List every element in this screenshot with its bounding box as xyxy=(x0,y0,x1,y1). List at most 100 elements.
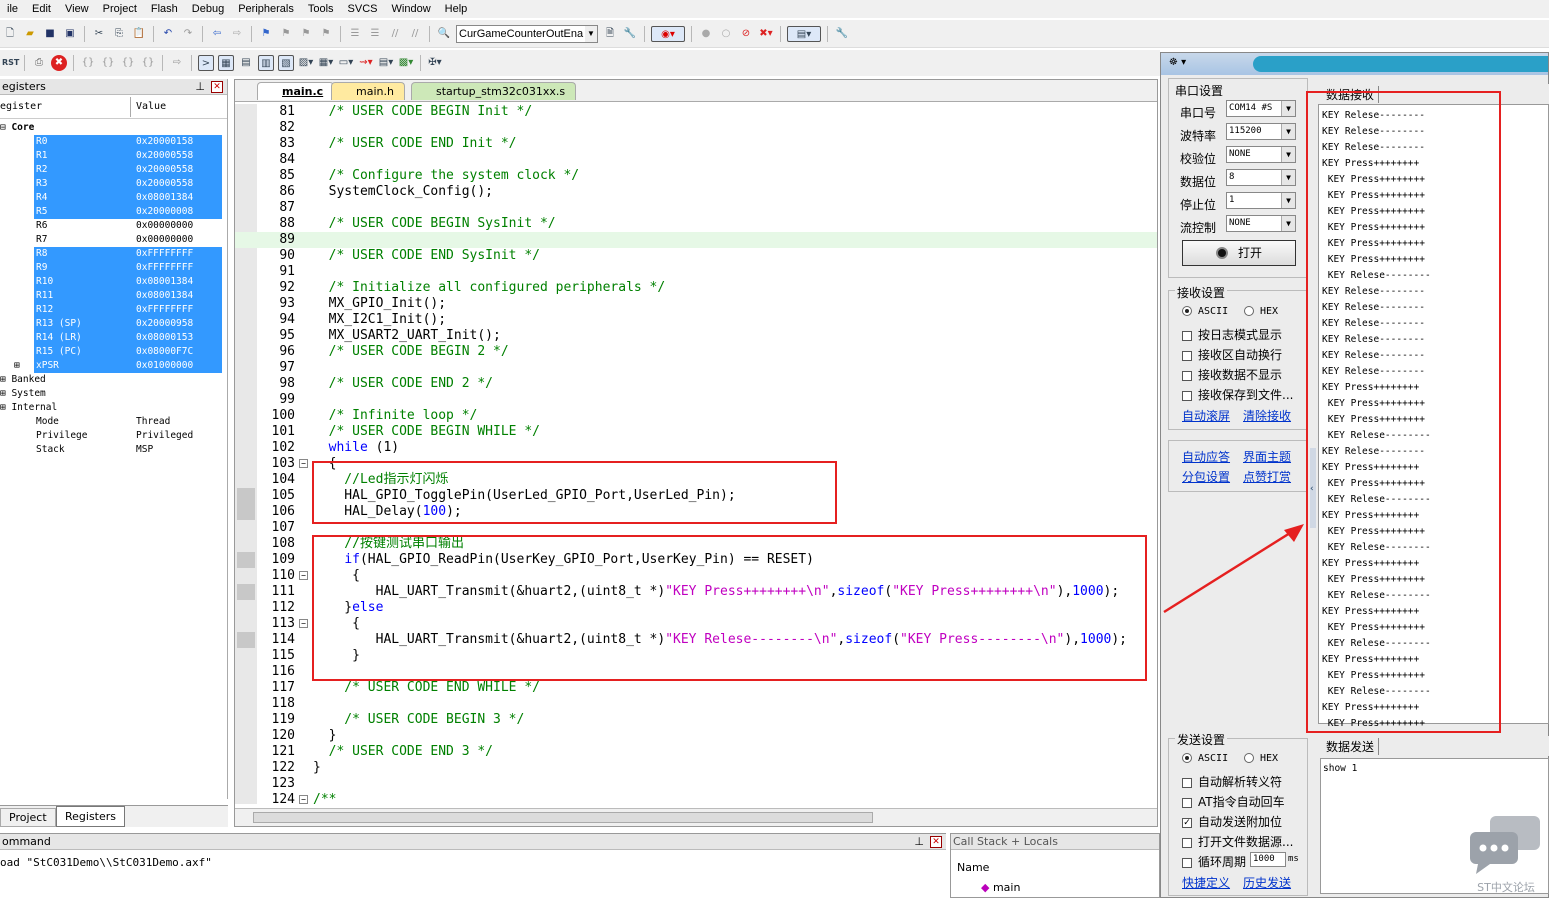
debug-session-icon[interactable]: ◉▾ xyxy=(651,25,685,42)
code-area[interactable]: 81 /* USER CODE BEGIN Init */82 83 /* USE… xyxy=(235,104,1157,808)
breakpoint-icon[interactable]: ● xyxy=(698,26,714,42)
tree-group[interactable]: ⊞ Banked xyxy=(0,373,46,387)
tree-expand-icon[interactable]: ⊞ xyxy=(0,388,11,399)
clear-rx-link[interactable]: 清除接收 xyxy=(1243,407,1291,424)
tx-opt-loop[interactable]: 循环周期 xyxy=(1182,853,1246,870)
bookmark-icon[interactable]: ⚑ xyxy=(258,26,274,42)
register-row[interactable]: R2 0x20000558 xyxy=(34,163,222,177)
register-row[interactable]: R15 (PC) 0x08000F7C xyxy=(34,345,222,359)
breakpoint-disable-icon[interactable]: ○ xyxy=(718,26,734,42)
parity-select[interactable]: NONE ▼ xyxy=(1226,146,1296,163)
uncomment-icon[interactable]: // xyxy=(407,26,423,42)
register-row[interactable]: R0 0x20000158 xyxy=(34,135,222,149)
tree-group[interactable]: ⊞ System xyxy=(0,387,46,401)
tab-main-h[interactable]: main.h xyxy=(331,82,405,100)
bookmark-next-icon[interactable]: ⚑ xyxy=(298,26,314,42)
unindent-icon[interactable]: ☰ xyxy=(367,26,383,42)
theme-link[interactable]: 界面主题 xyxy=(1243,448,1291,465)
rx-opt-hide[interactable]: 接收数据不显示 xyxy=(1182,366,1282,383)
step-out-icon[interactable]: {} xyxy=(120,55,136,71)
close-icon[interactable]: ✕ xyxy=(930,836,942,848)
rx-hex-radio[interactable]: HEX xyxy=(1244,306,1278,317)
menu-item-1[interactable]: Edit xyxy=(25,0,58,18)
register-row[interactable]: R4 0x08001384 xyxy=(34,191,222,205)
save-icon[interactable]: ■ xyxy=(42,26,58,42)
stop-icon[interactable]: ✖ xyxy=(51,55,67,71)
run-to-cursor-icon[interactable]: {} xyxy=(140,55,156,71)
tx-opt-file[interactable]: 打开文件数据源... xyxy=(1182,833,1293,850)
reset-icon[interactable]: RST xyxy=(2,55,19,71)
menu-item-8[interactable]: SVCS xyxy=(341,0,385,18)
donate-link[interactable]: 点赞打赏 xyxy=(1243,468,1291,485)
system-viewer-icon[interactable]: ▩▾ xyxy=(398,55,414,71)
tx-opt-append[interactable]: ✓ 自动发送附加位 xyxy=(1182,813,1282,830)
pin-icon[interactable]: ⊥ xyxy=(195,79,205,95)
menu-item-6[interactable]: Peripherals xyxy=(231,0,301,18)
save-all-icon[interactable]: ▣ xyxy=(62,26,78,42)
callstack-item[interactable]: ◆ main xyxy=(981,881,1020,894)
shortcut-link[interactable]: 快捷定义 xyxy=(1182,874,1230,891)
toolbox-icon[interactable]: ✠▾ xyxy=(427,55,443,71)
menu-item-3[interactable]: Project xyxy=(96,0,144,18)
tree-expand-icon[interactable]: ⊞ xyxy=(0,402,11,413)
databits-select[interactable]: 8 ▼ xyxy=(1226,169,1296,186)
tree-group[interactable]: ⊞ Internal xyxy=(0,401,57,415)
serial-window-icon[interactable]: ▭▾ xyxy=(338,55,354,71)
port-select[interactable]: COM14 #S ▼ xyxy=(1226,100,1296,117)
register-row[interactable]: R9 0xFFFFFFFF xyxy=(34,261,222,275)
new-file-icon[interactable]: 🗋 xyxy=(2,26,18,42)
menu-icon[interactable]: ☸ ▾ xyxy=(1169,57,1186,68)
tx-ascii-radio[interactable]: ASCII xyxy=(1182,753,1228,764)
tx-opt-at[interactable]: AT指令自动回车 xyxy=(1182,793,1285,810)
menu-item-4[interactable]: Flash xyxy=(144,0,185,18)
tx-hex-radio[interactable]: HEX xyxy=(1244,753,1278,764)
cut-icon[interactable]: ✂ xyxy=(91,26,107,42)
undo-icon[interactable]: ↶ xyxy=(160,26,176,42)
register-row[interactable]: R1 0x20000558 xyxy=(34,149,222,163)
find-in-files-icon[interactable]: 🔍 xyxy=(436,26,452,42)
pin-icon[interactable]: ⊥ xyxy=(914,834,924,850)
open-folder-icon[interactable]: ▰ xyxy=(22,26,38,42)
call-stack-window-icon[interactable]: ▧ xyxy=(278,55,294,71)
bookmark-clear-icon[interactable]: ⚑ xyxy=(318,26,334,42)
fold-icon[interactable]: − xyxy=(299,795,308,804)
close-icon[interactable]: ✕ xyxy=(211,81,223,93)
target-combo[interactable]: CurGameCounterOutEna ▼ xyxy=(456,24,598,43)
open-port-button[interactable]: 打开 xyxy=(1182,240,1296,266)
redo-icon[interactable]: ↷ xyxy=(180,26,196,42)
tab-project[interactable]: Project xyxy=(0,808,56,827)
tree-expand-icon[interactable]: ⊞ xyxy=(0,374,11,385)
rx-ascii-radio[interactable]: ASCII xyxy=(1182,306,1228,317)
register-row[interactable]: R13 (SP) 0x20000958 xyxy=(34,317,222,331)
packet-link[interactable]: 分包设置 xyxy=(1182,468,1230,485)
symbols-window-icon[interactable]: ▤ xyxy=(238,55,254,71)
register-row[interactable]: R7 0x00000000 xyxy=(34,233,222,247)
menu-item-7[interactable]: Tools xyxy=(301,0,341,18)
tab-main-c[interactable]: main.c xyxy=(257,82,335,100)
register-row[interactable]: R6 0x00000000 xyxy=(34,219,222,233)
bookmark-prev-icon[interactable]: ⚑ xyxy=(278,26,294,42)
menu-item-9[interactable]: Window xyxy=(385,0,438,18)
tree-expand-icon[interactable]: ⊞ xyxy=(14,359,20,373)
register-row[interactable]: R11 0x08001384 xyxy=(34,289,222,303)
analysis-window-icon[interactable]: ⇝▾ xyxy=(358,55,374,71)
rx-opt-wrap[interactable]: 接收区自动换行 xyxy=(1182,346,1282,363)
auto-reply-link[interactable]: 自动应答 xyxy=(1182,448,1230,465)
find-icon[interactable]: 🗎 xyxy=(602,26,618,42)
register-row[interactable]: R8 0xFFFFFFFF xyxy=(34,247,222,261)
register-row[interactable]: R10 0x08001384 xyxy=(34,275,222,289)
period-input[interactable]: 1000 xyxy=(1250,852,1286,867)
command-window-icon[interactable]: > xyxy=(198,55,214,71)
comment-icon[interactable]: // xyxy=(387,26,403,42)
stopbits-select[interactable]: 1 ▼ xyxy=(1226,192,1296,209)
registers-window-icon[interactable]: ▥ xyxy=(258,55,274,71)
incremental-find-icon[interactable]: 🔧 xyxy=(622,26,638,42)
watch-window-icon[interactable]: ▨▾ xyxy=(298,55,314,71)
fold-icon[interactable]: − xyxy=(299,571,308,580)
breakpoint-clear-icon[interactable]: ⊘ xyxy=(738,26,754,42)
register-row[interactable]: R14 (LR) 0x08000153 xyxy=(34,331,222,345)
fold-icon[interactable]: − xyxy=(299,619,308,628)
tree-collapse-icon[interactable]: ⊟ xyxy=(0,122,11,133)
step-over-icon[interactable]: {} xyxy=(100,55,116,71)
run-icon[interactable]: ⎙ xyxy=(31,55,47,71)
